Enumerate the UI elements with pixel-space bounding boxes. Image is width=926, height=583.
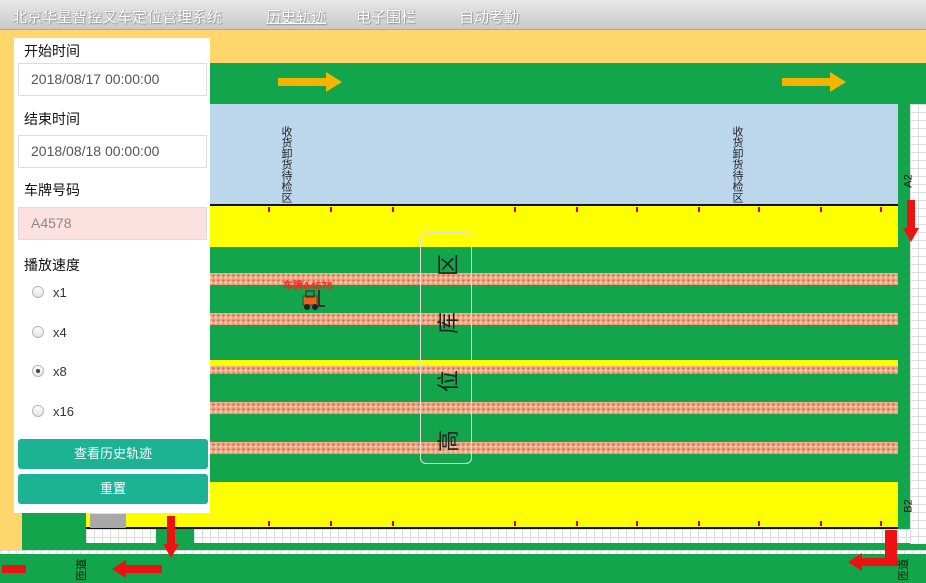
bottom-left-label: 匝道	[76, 559, 88, 581]
arrow-right-icon	[782, 72, 846, 92]
history-query-panel: 开始时间 2018/08/17 00:00:00 结束时间 2018/08/18…	[14, 38, 210, 513]
forklift-icon[interactable]	[299, 288, 325, 312]
top-nav-bar: 北京华星智控叉车定位管理系统 历史轨迹 电子围栏 自动考勤	[0, 0, 926, 30]
play-speed-label: 播放速度	[24, 257, 80, 273]
radio-button[interactable]	[32, 405, 44, 417]
reset-button[interactable]: 重置	[18, 474, 208, 504]
nav-electronic-fence[interactable]: 电子围栏	[356, 6, 416, 27]
start-time-label: 开始时间	[24, 43, 80, 59]
query-history-button[interactable]: 查看历史轨迹	[18, 439, 208, 469]
right-grid-strip	[910, 104, 926, 544]
center-char-4: 高	[437, 430, 462, 453]
bottom-edge-strip	[0, 550, 926, 554]
speed-option-label: x8	[53, 364, 67, 379]
zone-label-left: 收货卸货待检区	[280, 126, 293, 203]
side-label-b2: B2	[902, 499, 915, 513]
speed-option-label: x4	[53, 325, 67, 340]
bottom-right-label: 匝道	[898, 559, 910, 581]
arrow-left-icon	[2, 565, 26, 573]
arrow-right-icon	[278, 72, 342, 92]
plate-number-input[interactable]: A4578	[18, 207, 207, 240]
gray-block	[90, 514, 126, 528]
nav-history-track[interactable]: 历史轨迹	[266, 6, 326, 27]
plate-number-label: 车牌号码	[24, 182, 80, 198]
arrow-left-icon	[112, 560, 162, 578]
arrow-down-icon	[903, 200, 919, 242]
system-title: 北京华星智控叉车定位管理系统	[12, 9, 223, 26]
center-char-1: 区	[437, 254, 462, 277]
speed-option-label: x1	[53, 285, 67, 300]
bottom-grid-left	[86, 529, 156, 543]
side-label-a2: A2	[902, 174, 915, 188]
zone-label-right: 收货卸货待检区	[731, 126, 744, 203]
center-char-3: 位	[437, 370, 462, 393]
center-char-2: 库	[437, 312, 462, 335]
speed-option-label: x16	[53, 404, 74, 419]
radio-button[interactable]	[32, 326, 44, 338]
arrow-down-icon	[163, 516, 179, 558]
red-marker	[885, 530, 897, 560]
nav-auto-attendance[interactable]: 自动考勤	[459, 6, 519, 27]
end-time-input[interactable]: 2018/08/18 00:00:00	[18, 135, 207, 168]
end-time-label: 结束时间	[24, 111, 80, 127]
high-rack-area-label: 区 库 位 高	[420, 232, 472, 464]
radio-button-checked[interactable]	[32, 365, 44, 377]
radio-button[interactable]	[32, 286, 44, 298]
bottom-grid-right	[194, 529, 910, 543]
start-time-input[interactable]: 2018/08/17 00:00:00	[18, 63, 207, 96]
